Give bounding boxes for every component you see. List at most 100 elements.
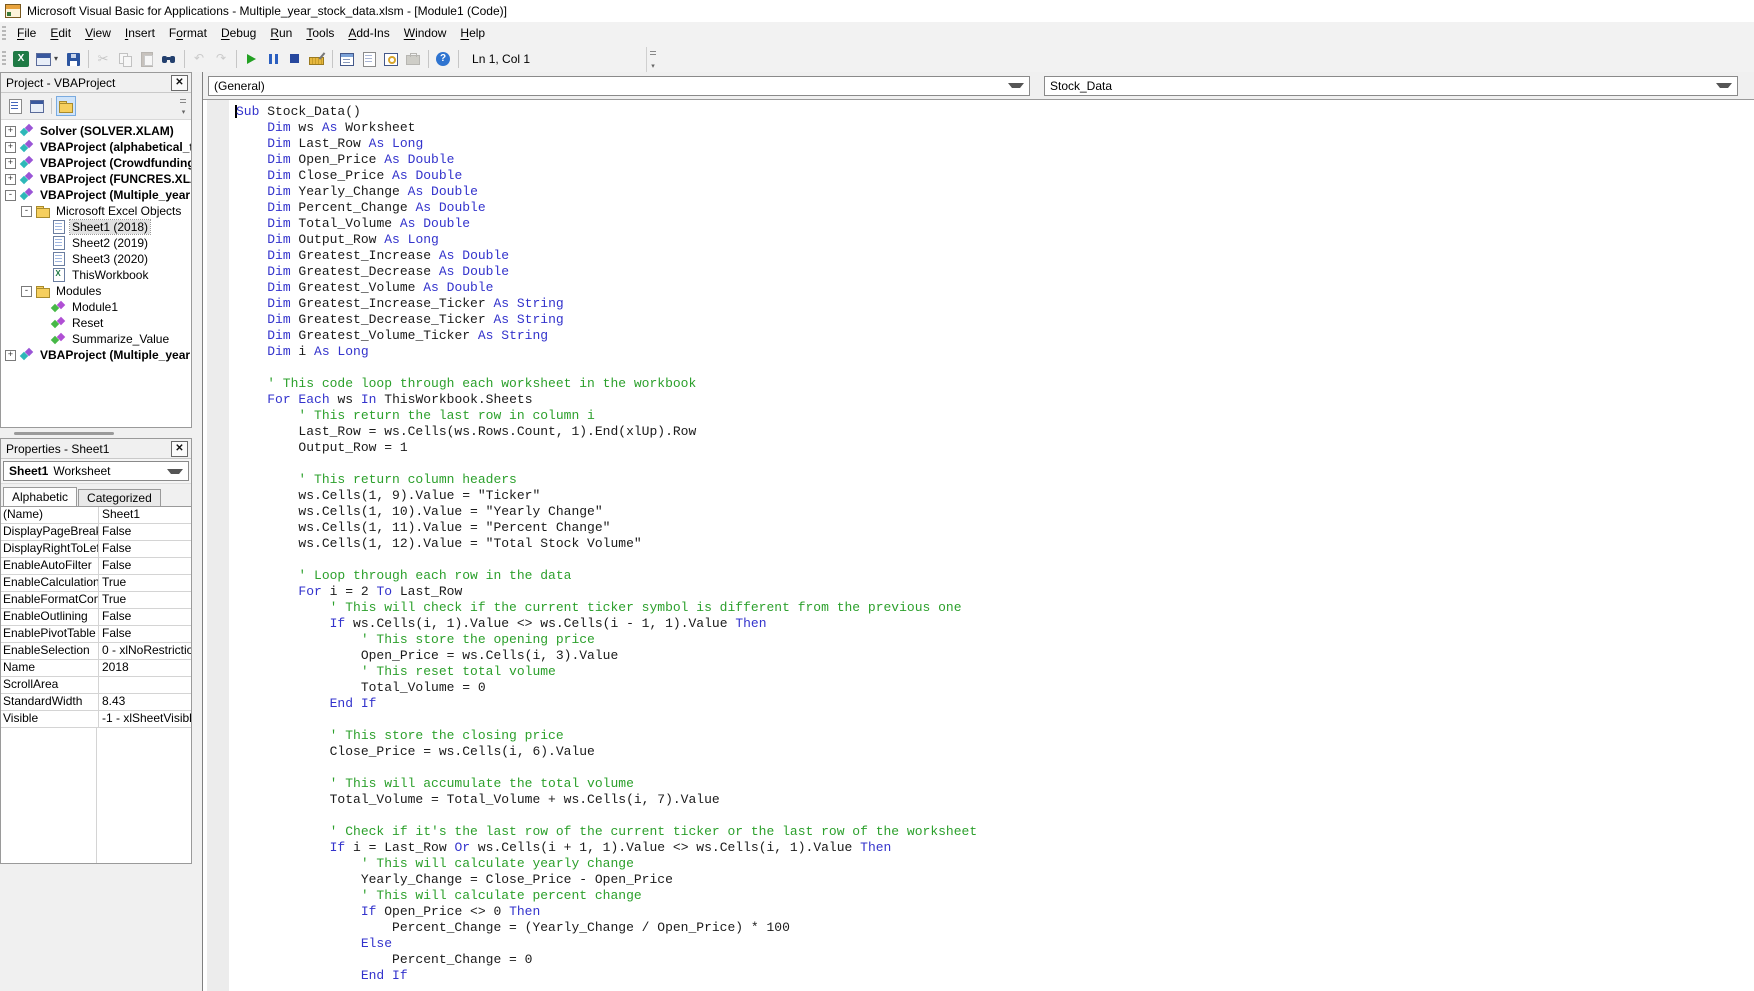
property-row[interactable]: Visible-1 - xlSheetVisible (1, 711, 191, 728)
tree-item[interactable]: Module1 (1, 299, 191, 315)
object-browser-button[interactable] (382, 49, 400, 69)
tree-item[interactable]: -Microsoft Excel Objects (1, 203, 191, 219)
project-explorer-button[interactable] (338, 49, 356, 69)
property-row[interactable]: EnableFormatCondiTrue (1, 592, 191, 609)
tree-item[interactable]: Reset (1, 315, 191, 331)
property-row[interactable]: EnableAutoFilterFalse (1, 558, 191, 575)
property-row[interactable]: (Name)Sheet1 (1, 507, 191, 524)
property-value[interactable]: False (99, 626, 191, 642)
expand-icon[interactable]: + (5, 174, 16, 185)
menu-drag-grip[interactable] (2, 26, 6, 42)
object-selector-dropdown[interactable]: (General) (208, 76, 1030, 96)
toolbar-drag-grip[interactable] (2, 51, 6, 67)
tab-alphabetic[interactable]: Alphabetic (3, 487, 77, 506)
menu-edit[interactable]: Edit (43, 22, 78, 45)
expand-icon[interactable]: + (5, 350, 16, 361)
menu-file[interactable]: File (10, 22, 43, 45)
property-row[interactable]: EnableCalculationTrue (1, 575, 191, 592)
properties-panel: Properties - Sheet1 ✕ Sheet1 Worksheet A… (0, 438, 192, 864)
object-dropdown[interactable]: Sheet1 Worksheet (3, 461, 189, 481)
view-object-button[interactable] (27, 96, 47, 116)
menu-run[interactable]: Run (263, 22, 299, 45)
expand-icon[interactable]: + (5, 126, 16, 137)
procedure-selector-value: Stock_Data (1050, 79, 1112, 93)
expand-icon[interactable]: + (5, 158, 16, 169)
project-close-button[interactable]: ✕ (171, 75, 188, 91)
tree-item[interactable]: -Modules (1, 283, 191, 299)
code-line (236, 808, 1754, 824)
tree-item[interactable]: Sheet1 (2018) (1, 219, 191, 235)
property-row[interactable]: DisplayPageBreaksFalse (1, 524, 191, 541)
panel-splitter[interactable] (0, 428, 192, 438)
property-value[interactable]: True (99, 592, 191, 608)
tree-item[interactable]: Sheet2 (2019) (1, 235, 191, 251)
property-row[interactable]: StandardWidth8.43 (1, 694, 191, 711)
save-button[interactable] (64, 49, 82, 69)
property-value[interactable]: 8.43 (99, 694, 191, 710)
property-value[interactable]: 2018 (99, 660, 191, 676)
toggle-folders-button[interactable] (56, 96, 76, 116)
tree-item[interactable]: ThisWorkbook (1, 267, 191, 283)
property-value[interactable]: False (99, 524, 191, 540)
expand-icon[interactable]: + (5, 142, 16, 153)
view-code-button[interactable] (5, 96, 25, 116)
menu-debug[interactable]: Debug (214, 22, 263, 45)
property-value[interactable]: False (99, 541, 191, 557)
tab-categorized[interactable]: Categorized (78, 489, 161, 506)
procedure-selector-dropdown[interactable]: Stock_Data (1044, 76, 1738, 96)
tree-item[interactable]: +VBAProject (alphabetical_t (1, 139, 191, 155)
tree-item[interactable]: +Solver (SOLVER.XLAM) (1, 123, 191, 139)
redo-button (212, 49, 230, 69)
collapse-icon[interactable]: - (21, 206, 32, 217)
break-button[interactable] (264, 49, 282, 69)
property-value[interactable] (99, 677, 191, 693)
reset-button[interactable] (286, 49, 304, 69)
tree-item[interactable]: -VBAProject (Multiple_year (1, 187, 191, 203)
menu-insert[interactable]: Insert (118, 22, 162, 45)
project-toolbar-overflow[interactable]: ▾ (178, 96, 189, 117)
property-value[interactable]: -1 - xlSheetVisible (99, 711, 191, 727)
copy-icon (117, 51, 133, 67)
find-button[interactable] (160, 49, 178, 69)
properties-window-button[interactable] (360, 49, 378, 69)
property-value[interactable]: True (99, 575, 191, 591)
menu-format[interactable]: Format (162, 22, 214, 45)
dropdown-caret-icon[interactable]: ▾ (54, 54, 58, 63)
menu-tools[interactable]: Tools (299, 22, 341, 45)
properties-close-button[interactable]: ✕ (171, 441, 188, 457)
property-row[interactable]: ScrollArea (1, 677, 191, 694)
property-name: EnablePivotTable (1, 626, 99, 642)
collapse-icon[interactable]: - (21, 286, 32, 297)
collapse-icon[interactable]: - (5, 190, 16, 201)
property-row[interactable]: EnablePivotTableFalse (1, 626, 191, 643)
tree-item[interactable]: +VBAProject (Multiple_year (1, 347, 191, 363)
design-mode-button[interactable] (308, 49, 326, 69)
property-value[interactable]: Sheet1 (99, 507, 191, 523)
tree-item[interactable]: Summarize_Value (1, 331, 191, 347)
property-row[interactable]: EnableOutliningFalse (1, 609, 191, 626)
insert-userform-button[interactable] (34, 49, 52, 69)
folder-icon (35, 203, 51, 219)
menu-addins[interactable]: Add-Ins (341, 22, 396, 45)
code-editor[interactable]: Sub Stock_Data() Dim ws As Worksheet Dim… (203, 100, 1754, 991)
tree-item[interactable]: +VBAProject (Crowdfundingl (1, 155, 191, 171)
code-line: Dim Greatest_Volume_Ticker As String (236, 328, 1754, 344)
property-row[interactable]: EnableSelection0 - xlNoRestrictio (1, 643, 191, 660)
property-value[interactable]: False (99, 558, 191, 574)
menu-help[interactable]: Help (453, 22, 492, 45)
property-value[interactable]: False (99, 609, 191, 625)
tree-item[interactable]: +VBAProject (FUNCRES.XLAM (1, 171, 191, 187)
menu-window[interactable]: Window (397, 22, 454, 45)
property-row[interactable]: Name2018 (1, 660, 191, 677)
toolbar-overflow-button[interactable]: ▾ (646, 47, 659, 72)
menu-view[interactable]: View (78, 22, 118, 45)
code-line (236, 360, 1754, 376)
reset-icon (287, 51, 303, 67)
run-button[interactable] (242, 49, 260, 69)
help-button[interactable] (434, 49, 452, 69)
property-value[interactable]: 0 - xlNoRestrictio (99, 643, 191, 659)
view-excel-button[interactable] (12, 49, 30, 69)
property-row[interactable]: DisplayRightToLeftFalse (1, 541, 191, 558)
dock-separator[interactable] (192, 72, 203, 991)
tree-item[interactable]: Sheet3 (2020) (1, 251, 191, 267)
